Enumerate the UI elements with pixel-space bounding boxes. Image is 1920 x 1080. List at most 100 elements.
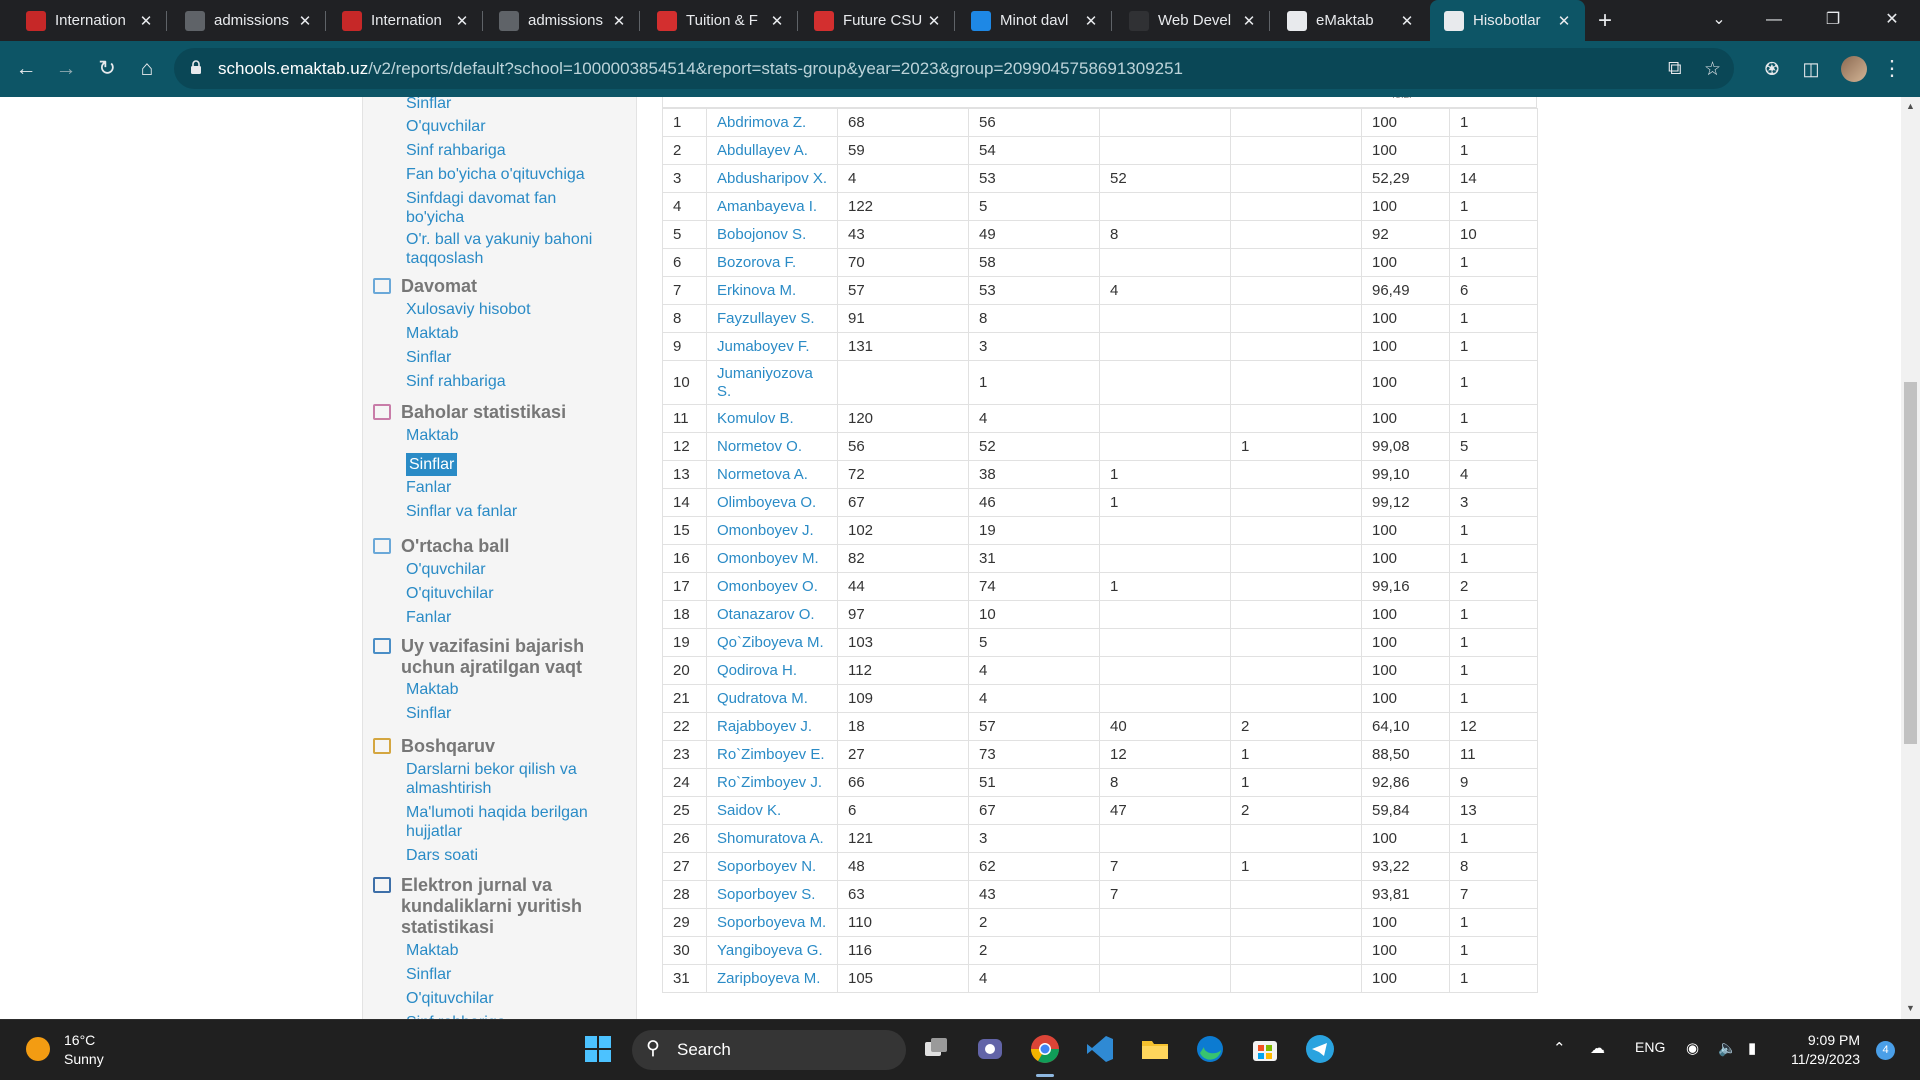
sidebar-link[interactable]: Sinflar va fanlar [406,502,517,521]
student-name-cell[interactable]: Yangiboyeva G. [706,936,838,965]
extensions-puzzle-icon[interactable]: ♼ [1758,55,1786,83]
profile-avatar[interactable] [1841,56,1867,82]
tab-close-icon[interactable]: ✕ [1238,12,1260,30]
tray-overflow-chevron-icon[interactable]: ⌃ [1553,1039,1566,1057]
student-name-cell[interactable]: Zaripboyeva M. [706,964,838,993]
student-name-cell[interactable]: Bobojonov S. [706,220,838,249]
sidebar-link[interactable]: Sinflar [406,97,451,113]
student-name-cell[interactable]: Omonboyev J. [706,516,838,545]
student-name-cell[interactable]: Soporboyeva M. [706,908,838,937]
side-panel-icon[interactable]: ◫ [1797,55,1825,83]
student-name-cell[interactable]: Shomuratova A. [706,824,838,853]
student-name-cell[interactable]: Amanbayeva I. [706,192,838,221]
student-name-cell[interactable]: Qodirova H. [706,656,838,685]
sidebar-link[interactable]: Xulosaviy hisobot [406,300,531,319]
notification-badge[interactable]: 4 [1876,1041,1895,1060]
sidebar-link[interactable]: Sinflar [406,704,451,723]
sidebar-link[interactable]: Sinflar [406,453,458,476]
menu-dots-icon[interactable]: ⋮ [1878,55,1906,83]
tab-search-chevron-icon[interactable]: ⌄ [1694,0,1744,41]
sidebar-link[interactable]: Sinflar [406,965,451,984]
system-clock[interactable]: 9:09 PM 11/29/2023 [1791,1031,1860,1069]
window-close-icon[interactable]: ✕ [1867,0,1917,41]
sidebar-link[interactable]: Maktab [406,680,458,699]
sidebar-link[interactable]: Fan bo'yicha o'qituvchiga [406,165,585,184]
cloud-tray-icon[interactable]: ☁ [1590,1039,1605,1057]
student-name-cell[interactable]: Omonboyev O. [706,572,838,601]
wifi-icon[interactable]: ◉ [1686,1039,1699,1057]
browser-tab[interactable]: eMaktab ✕ [1273,0,1428,41]
tab-close-icon[interactable]: ✕ [1553,12,1575,30]
sidebar-link[interactable]: Sinflar [406,348,451,367]
student-name-cell[interactable]: Ro`Zimboyev J. [706,768,838,797]
tab-close-icon[interactable]: ✕ [451,12,473,30]
tab-close-icon[interactable]: ✕ [294,12,316,30]
bookmark-star-icon[interactable]: ☆ [1704,58,1721,81]
tab-close-icon[interactable]: ✕ [1396,12,1418,30]
student-name-cell[interactable]: Olimboyeva O. [706,488,838,517]
minimize-icon[interactable]: — [1749,0,1799,41]
scroll-up-arrow-icon[interactable]: ▲ [1901,101,1920,111]
browser-tab[interactable]: admissions ✕ [171,0,326,41]
browser-tab[interactable]: Web Devel ✕ [1115,0,1270,41]
back-icon[interactable]: ← [12,55,40,83]
tab-close-icon[interactable]: ✕ [923,12,945,30]
sidebar-link[interactable]: Ma'lumoti haqida berilgan hujjatlar [406,803,616,841]
student-name-cell[interactable]: Abdullayev A. [706,136,838,165]
tab-close-icon[interactable]: ✕ [766,12,788,30]
student-name-cell[interactable]: Omonboyev M. [706,544,838,573]
student-name-cell[interactable]: Rajabboyev J. [706,712,838,741]
sun-weather-icon[interactable] [26,1037,50,1061]
battery-icon[interactable]: ▮ [1748,1039,1756,1057]
chat-teams-icon[interactable] [974,1033,1006,1065]
student-name-cell[interactable]: Bozorova F. [706,248,838,277]
tab-close-icon[interactable]: ✕ [135,12,157,30]
sidebar-link[interactable]: Maktab [406,941,458,960]
volume-icon[interactable]: 🔈 [1718,1039,1737,1057]
vscode-icon[interactable] [1084,1033,1116,1065]
student-name-cell[interactable]: Ro`Zimboyev E. [706,740,838,769]
browser-tab[interactable]: admissions ✕ [485,0,640,41]
sidebar-link[interactable]: O'r. ball va yakuniy bahoni taqqoslash [406,230,606,268]
sidebar-link[interactable]: O'qituvchilar [406,989,494,1008]
student-name-cell[interactable]: Qudratova M. [706,684,838,713]
sidebar-link[interactable]: O'quvchilar [406,560,486,579]
student-name-cell[interactable]: Komulov B. [706,404,838,433]
browser-tab[interactable]: Future CSU ✕ [800,0,955,41]
scroll-down-arrow-icon[interactable]: ▼ [1901,1003,1920,1013]
student-name-cell[interactable]: Abdusharipov X. [706,164,838,193]
sidebar-link[interactable]: Fanlar [406,478,451,497]
student-name-cell[interactable]: Fayzullayev S. [706,304,838,333]
student-name-cell[interactable]: Erkinova M. [706,276,838,305]
edge-icon[interactable] [1194,1033,1226,1065]
sidebar-link[interactable]: Fanlar [406,608,451,627]
page-scrollbar[interactable]: ▲ ▼ [1901,97,1920,1019]
student-name-cell[interactable]: Saidov K. [706,796,838,825]
language-indicator[interactable]: ENG [1635,1039,1665,1055]
windows-start-icon[interactable] [582,1033,614,1065]
scrollbar-thumb[interactable] [1904,382,1917,744]
browser-tab[interactable]: Minot davl ✕ [957,0,1112,41]
browser-tab[interactable]: Hisobotlar ✕ [1430,0,1585,41]
student-name-cell[interactable]: Jumaniyozova S. [706,360,838,405]
browser-tab[interactable]: Internation ✕ [328,0,483,41]
file-explorer-icon[interactable] [1139,1033,1171,1065]
student-name-cell[interactable]: Jumaboyev F. [706,332,838,361]
student-name-cell[interactable]: Soporboyev S. [706,880,838,909]
sidebar-link[interactable]: Sinfdagi davomat fan bo'yicha [406,189,606,227]
new-tab-plus-icon[interactable]: + [1598,0,1612,41]
sidebar-link[interactable]: Darslarni bekor qilish va almashtirish [406,760,616,798]
telegram-icon[interactable] [1304,1033,1336,1065]
restore-icon[interactable]: ❐ [1808,0,1858,41]
browser-tab[interactable]: Tuition & F ✕ [643,0,798,41]
student-name-cell[interactable]: Soporboyev N. [706,852,838,881]
task-view-icon[interactable] [920,1033,952,1065]
sidebar-link[interactable]: Dars soati [406,846,478,865]
browser-tab[interactable]: Internation ✕ [12,0,167,41]
reload-icon[interactable]: ↻ [93,55,121,83]
address-bar[interactable]: schools.emaktab.uz/v2/reports/default?sc… [174,48,1734,89]
student-name-cell[interactable]: Abdrimova Z. [706,108,838,137]
student-name-cell[interactable]: Normetov O. [706,432,838,461]
microsoft-store-icon[interactable] [1249,1033,1281,1065]
sidebar-link[interactable]: O'quvchilar [406,117,486,136]
